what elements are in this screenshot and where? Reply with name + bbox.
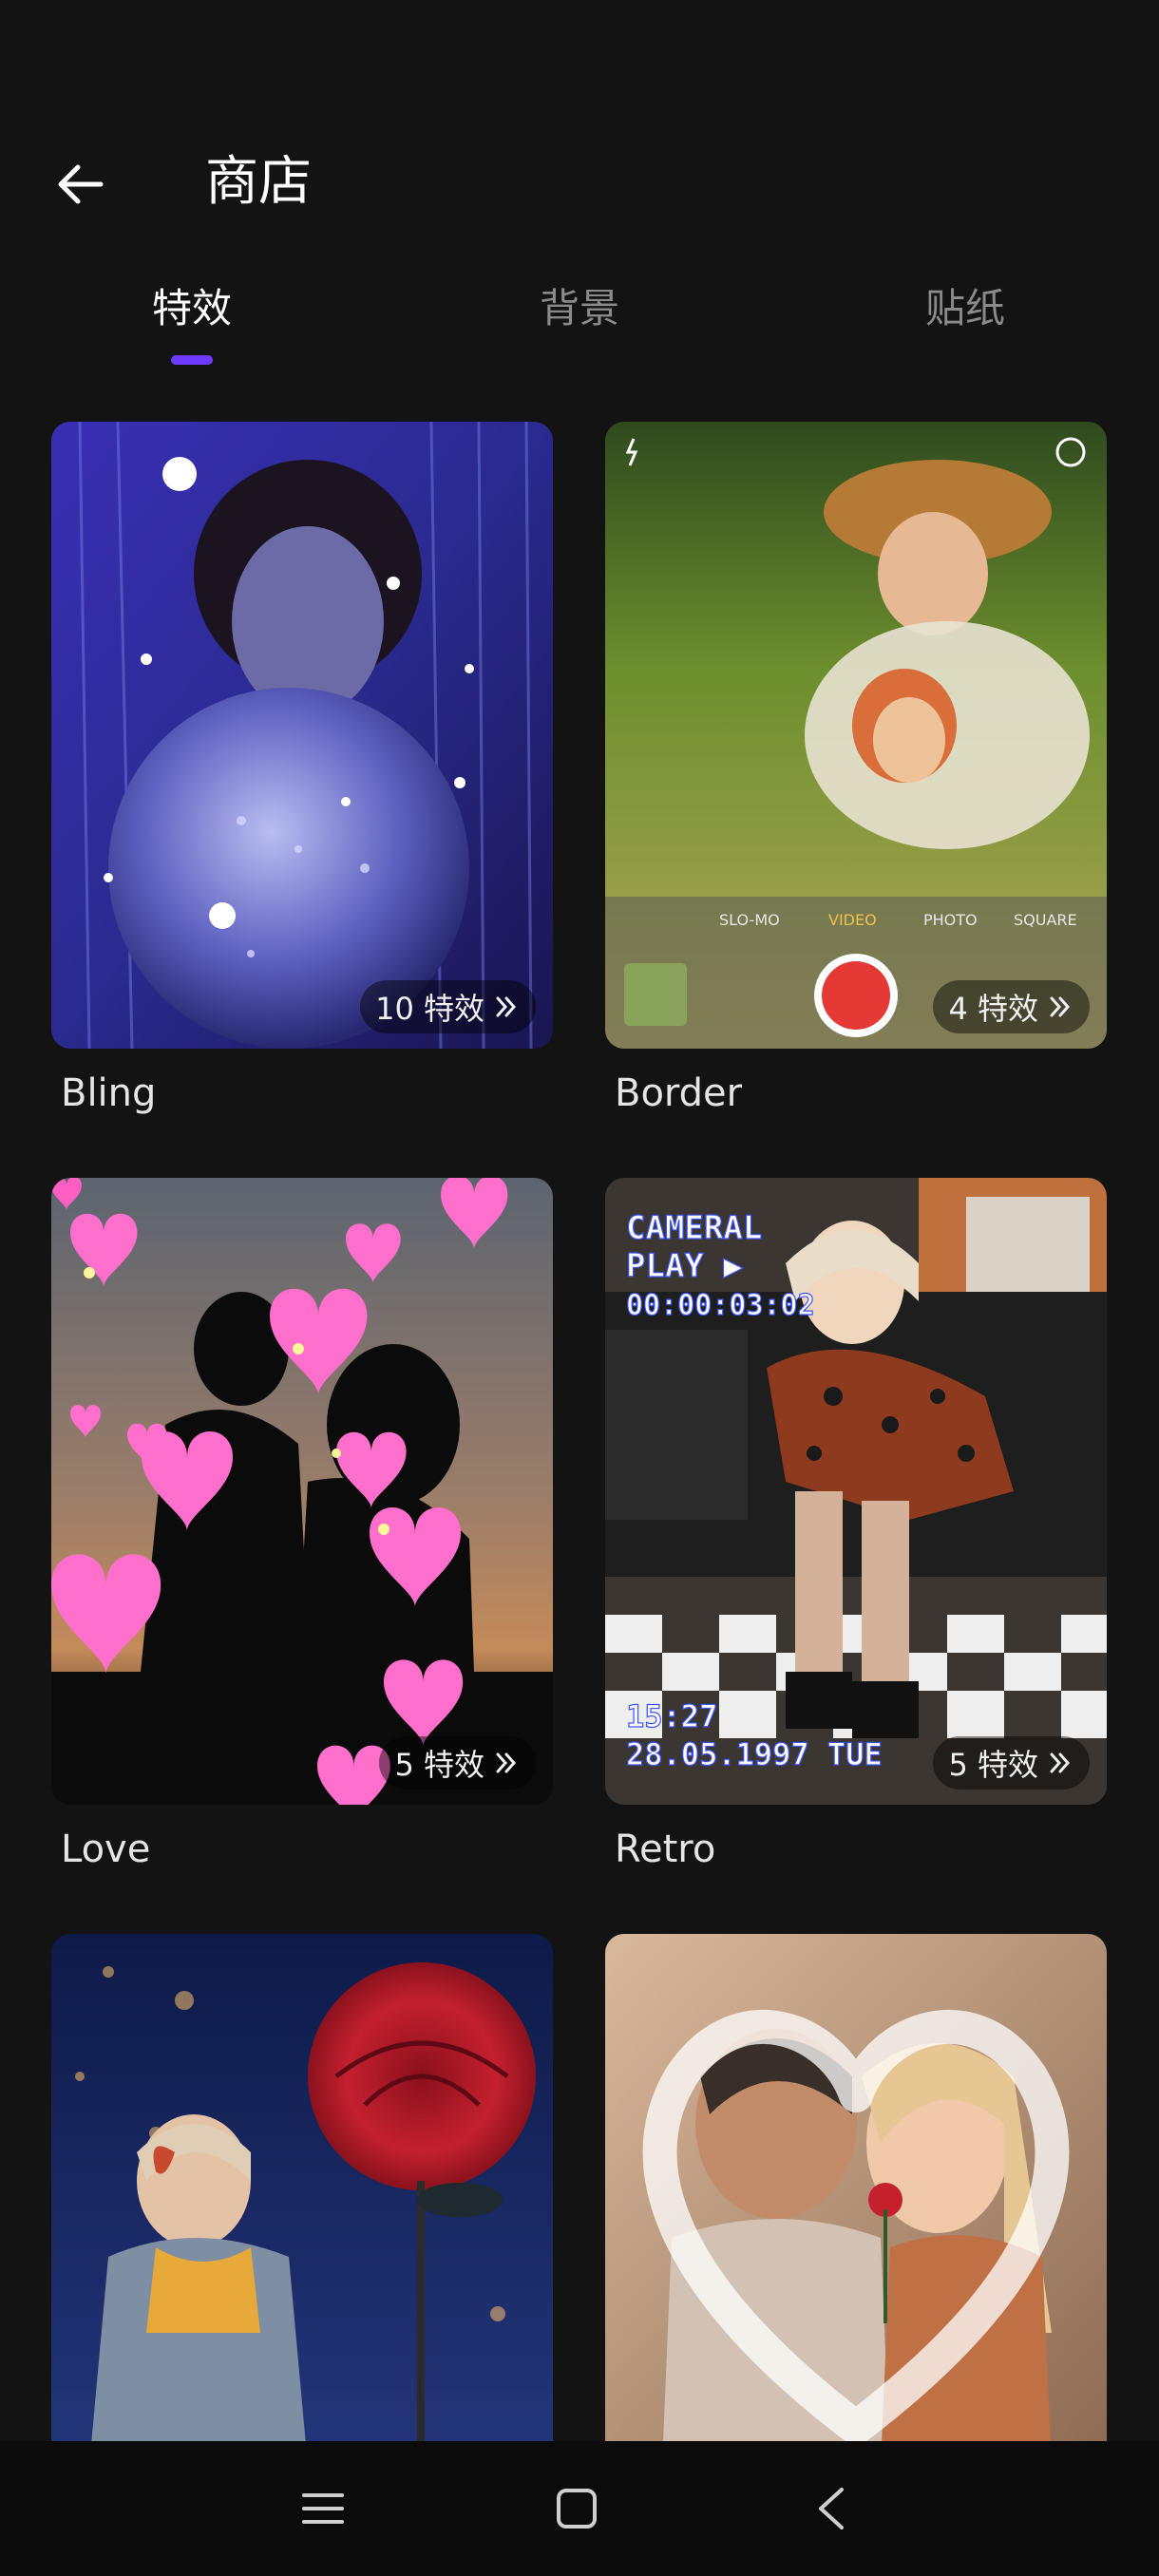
card-thumbnail[interactable]: SLO-MO VIDEO PHOTO SQUARE 4 特效 bbox=[605, 422, 1107, 1049]
tab-label: 贴纸 bbox=[924, 285, 1005, 331]
card-title: Love bbox=[61, 1828, 151, 1871]
card-retro[interactable]: CAMERAL PLAY ▶ 00:00:03:02 15:27 28.05.1… bbox=[605, 1178, 1107, 1871]
tab-label: 特效 bbox=[151, 285, 232, 331]
effects-count-badge: 4 特效 bbox=[933, 980, 1090, 1033]
recent-apps-button[interactable] bbox=[280, 2466, 366, 2551]
card-thumbnail[interactable]: 10 特效 bbox=[51, 422, 553, 1049]
tab-stickers[interactable]: 贴纸 bbox=[823, 275, 1108, 361]
card-thumbnail[interactable] bbox=[51, 1934, 553, 2466]
card-thumbnail[interactable]: 5 特效 bbox=[51, 1178, 553, 1805]
mode-label: PHOTO bbox=[923, 911, 978, 929]
heart-frame-image bbox=[605, 1934, 1107, 2466]
effects-count-badge: 5 特效 bbox=[379, 1736, 536, 1790]
tab-label: 背景 bbox=[539, 285, 619, 331]
retro-image: CAMERAL PLAY ▶ 00:00:03:02 15:27 28.05.1… bbox=[605, 1178, 1107, 1805]
app-root: 商店 特效 背景 贴纸 10 特效 Bling SLO-MO VIDEO PHO… bbox=[0, 0, 1159, 2576]
card-title: Retro bbox=[615, 1828, 716, 1871]
menu-icon bbox=[302, 2493, 344, 2524]
page-title: 商店 bbox=[205, 151, 312, 213]
tab-bar: 特效 背景 贴纸 bbox=[0, 275, 1159, 370]
mode-label: VIDEO bbox=[828, 911, 877, 929]
card-thumbnail[interactable] bbox=[605, 1934, 1107, 2466]
mode-label: SLO-MO bbox=[719, 911, 780, 929]
header: 商店 bbox=[0, 114, 1159, 247]
card-title: Bling bbox=[61, 1071, 157, 1115]
card-thumbnail[interactable]: CAMERAL PLAY ▶ 00:00:03:02 15:27 28.05.1… bbox=[605, 1178, 1107, 1805]
chevron-double-right-icon bbox=[1050, 1752, 1071, 1773]
vhs-time: 15:27 bbox=[626, 1698, 717, 1734]
effects-count: 4 特效 bbox=[948, 991, 1038, 1027]
vhs-label: CAMERAL bbox=[626, 1209, 762, 1247]
effects-count: 10 特效 bbox=[375, 991, 484, 1027]
effects-count-badge: 5 特效 bbox=[933, 1736, 1090, 1790]
card-title: Border bbox=[615, 1071, 743, 1115]
back-button[interactable] bbox=[38, 142, 122, 226]
border-image: SLO-MO VIDEO PHOTO SQUARE bbox=[605, 422, 1107, 1049]
chevron-double-right-icon bbox=[1050, 996, 1071, 1017]
system-back-button[interactable] bbox=[788, 2466, 874, 2551]
vhs-label: PLAY ▶ bbox=[626, 1247, 743, 1285]
system-navigation-bar bbox=[0, 2441, 1159, 2576]
vhs-timecode: 00:00:03:02 bbox=[626, 1289, 815, 1322]
chevron-double-right-icon bbox=[496, 1752, 517, 1773]
active-tab-indicator bbox=[171, 355, 213, 365]
home-square-icon bbox=[557, 2489, 597, 2529]
mode-label: SQUARE bbox=[1014, 911, 1077, 929]
effects-count: 5 特效 bbox=[948, 1747, 1038, 1783]
bling-image bbox=[51, 422, 553, 1049]
rose-image bbox=[51, 1934, 553, 2466]
card-heart-frame[interactable] bbox=[605, 1934, 1107, 2466]
tab-effects[interactable]: 特效 bbox=[49, 275, 334, 365]
effects-count-badge: 10 特效 bbox=[360, 980, 536, 1033]
effects-count: 5 特效 bbox=[394, 1747, 484, 1783]
tab-backgrounds[interactable]: 背景 bbox=[437, 275, 722, 361]
back-triangle-icon bbox=[819, 2488, 844, 2529]
home-button[interactable] bbox=[534, 2466, 619, 2551]
arrow-left-icon bbox=[58, 164, 104, 204]
card-bling[interactable]: 10 特效 Bling bbox=[51, 422, 553, 1115]
vhs-date: 28.05.1997 TUE bbox=[626, 1736, 883, 1772]
card-border[interactable]: SLO-MO VIDEO PHOTO SQUARE 4 特效 Border bbox=[605, 422, 1107, 1115]
card-love[interactable]: 5 特效 Love bbox=[51, 1178, 553, 1871]
card-rose[interactable] bbox=[51, 1934, 553, 2466]
love-image bbox=[51, 1178, 553, 1805]
chevron-double-right-icon bbox=[496, 996, 517, 1017]
